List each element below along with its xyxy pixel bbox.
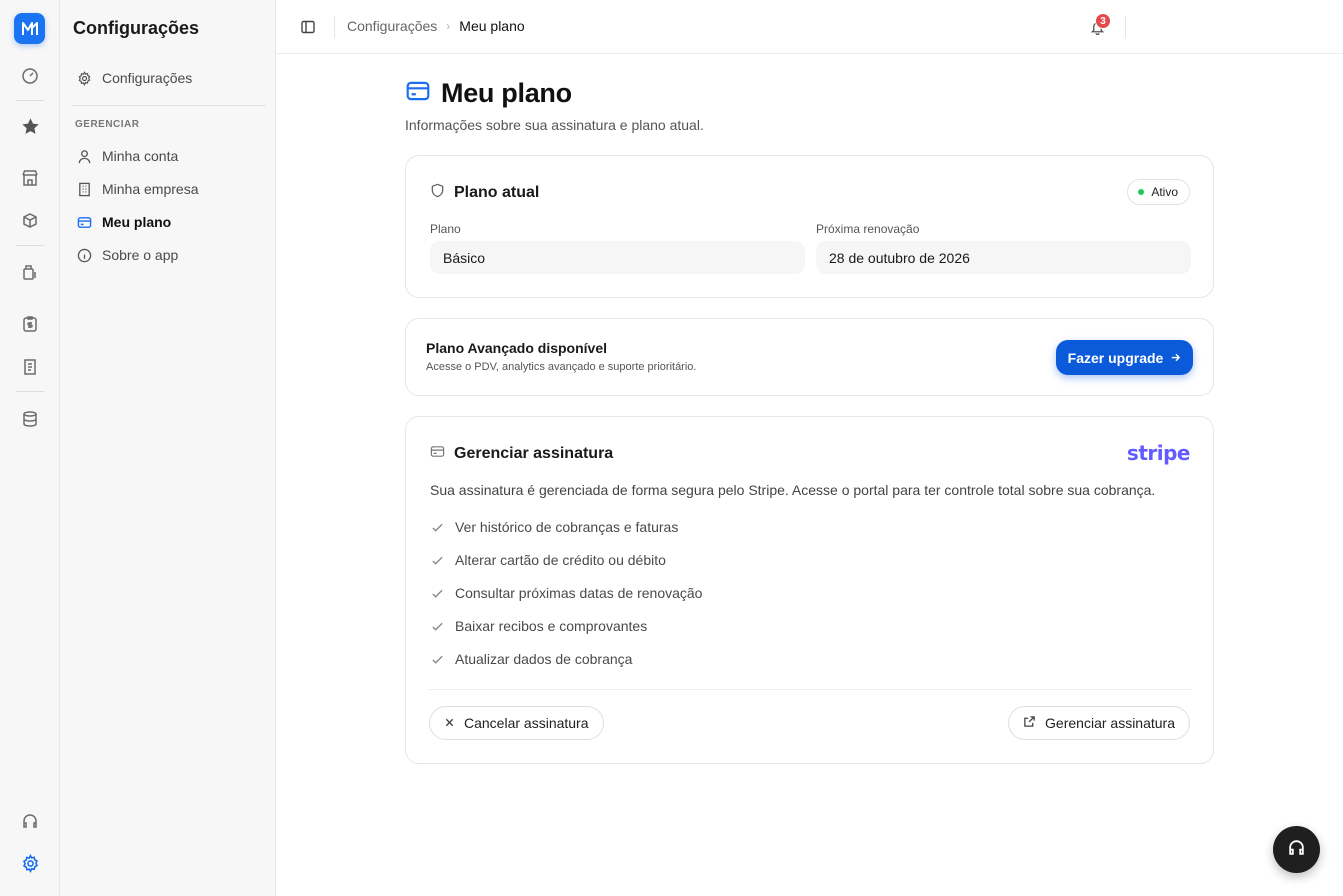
feature-item: Ver histórico de cobranças e faturas xyxy=(430,519,678,535)
card-title: Plano atual xyxy=(454,184,540,201)
card-header: Gerenciar assinatura xyxy=(430,444,613,464)
logo-icon[interactable] xyxy=(14,13,45,44)
clipboard-dollar-icon[interactable] xyxy=(17,311,43,337)
feature-label: Consultar próximas datas de renovação xyxy=(455,585,703,601)
header-divider xyxy=(334,16,335,38)
box-icon[interactable] xyxy=(17,208,43,234)
sidebar-item-minha-empresa[interactable]: Minha empresa xyxy=(70,175,266,203)
page-title: Meu plano xyxy=(405,78,572,109)
star-icon[interactable] xyxy=(17,113,43,139)
upgrade-description: Acesse o PDV, analytics avançado e supor… xyxy=(426,361,697,373)
sidebar-title: Configurações xyxy=(73,18,200,38)
upgrade-card: Plano Avançado disponível Acesse o PDV, … xyxy=(405,318,1214,396)
upgrade-button[interactable]: Fazer upgrade xyxy=(1056,340,1193,375)
check-icon xyxy=(430,619,444,633)
check-icon xyxy=(430,586,444,600)
credit-card-icon xyxy=(430,444,445,464)
credit-card-icon xyxy=(76,214,92,230)
sidebar-item-label: Minha conta xyxy=(102,148,179,164)
sidebar-item-sobre-o-app[interactable]: Sobre o app xyxy=(70,241,266,269)
card-divider xyxy=(429,689,1191,690)
sidebar-toggle-icon[interactable] xyxy=(299,18,317,36)
headset-icon[interactable] xyxy=(17,808,43,834)
manage-subscription-label: Gerenciar assinatura xyxy=(1045,715,1175,731)
info-icon xyxy=(76,247,92,263)
sidebar-item-label: Minha empresa xyxy=(102,181,199,197)
sidebar-section-label: GERENCIAR xyxy=(75,119,140,130)
stripe-logo: stripe xyxy=(1126,441,1191,465)
cancel-subscription-label: Cancelar assinatura xyxy=(464,715,589,731)
feature-item: Baixar recibos e comprovantes xyxy=(430,618,647,634)
card-header: Plano atual xyxy=(430,183,539,203)
breadcrumb-parent[interactable]: Configurações xyxy=(347,18,437,34)
page-heading: Meu plano xyxy=(441,78,572,108)
renewal-value: 28 de outubro de 2026 xyxy=(816,241,1191,274)
upgrade-button-label: Fazer upgrade xyxy=(1067,349,1164,366)
store-icon[interactable] xyxy=(17,165,43,191)
rail-divider xyxy=(16,100,44,101)
plan-value: Básico xyxy=(430,241,805,274)
status-label: Ativo xyxy=(1151,185,1178,199)
feature-label: Alterar cartão de crédito ou débito xyxy=(455,552,666,568)
check-icon xyxy=(430,652,444,666)
settings-sidebar: Configurações Configurações GERENCIAR Mi… xyxy=(60,0,276,896)
plan-label: Plano xyxy=(430,222,461,236)
cancel-subscription-button[interactable]: Cancelar assinatura xyxy=(429,706,604,740)
status-dot xyxy=(1138,189,1145,195)
icon-rail xyxy=(0,0,60,896)
external-link-icon xyxy=(1023,715,1036,731)
subscription-description: Sua assinatura é gerenciada de forma seg… xyxy=(430,482,1156,498)
rail-divider xyxy=(16,245,44,246)
sidebar-divider xyxy=(72,105,266,106)
support-chat-button[interactable] xyxy=(1273,826,1320,873)
sidebar-item-label: Sobre o app xyxy=(102,247,179,263)
check-icon xyxy=(430,553,444,567)
feature-label: Ver histórico de cobranças e faturas xyxy=(455,519,679,535)
credit-card-icon xyxy=(405,78,431,109)
settings-icon[interactable] xyxy=(17,850,43,876)
dashboard-icon[interactable] xyxy=(17,63,43,89)
feature-item: Consultar próximas datas de renovação xyxy=(430,585,702,601)
breadcrumb-current: Meu plano xyxy=(459,18,525,34)
database-icon[interactable] xyxy=(17,406,43,432)
feature-label: Atualizar dados de cobrança xyxy=(455,651,633,667)
gear-icon xyxy=(76,70,92,86)
sidebar-item-minha-conta[interactable]: Minha conta xyxy=(70,142,266,170)
headset-icon xyxy=(1287,838,1306,862)
chevron-right-icon: › xyxy=(446,19,451,33)
building-icon xyxy=(76,181,92,197)
top-header: Configurações › Meu plano 3 xyxy=(276,0,1343,54)
current-plan-card: Plano atual Ativo Plano Básico Próxima r… xyxy=(405,155,1214,298)
notification-badge: 3 xyxy=(1095,13,1111,29)
breadcrumb: Configurações › Meu plano xyxy=(347,18,525,34)
feature-item: Alterar cartão de crédito ou débito xyxy=(430,552,666,568)
upgrade-title: Plano Avançado disponível xyxy=(426,340,608,356)
check-icon xyxy=(430,520,444,534)
manage-subscription-button[interactable]: Gerenciar assinatura xyxy=(1008,706,1190,740)
finance-icon[interactable] xyxy=(17,259,43,285)
sidebar-item-label: Meu plano xyxy=(102,214,172,230)
header-divider xyxy=(1125,16,1126,38)
receipt-icon[interactable] xyxy=(17,354,43,380)
manage-subscription-card: Gerenciar assinatura stripe Sua assinatu… xyxy=(405,416,1214,764)
feature-label: Baixar recibos e comprovantes xyxy=(455,618,648,634)
renewal-label: Próxima renovação xyxy=(816,222,920,236)
rail-divider xyxy=(16,391,44,392)
page-subtitle: Informações sobre sua assinatura e plano… xyxy=(405,117,704,133)
arrow-right-icon xyxy=(1170,350,1181,366)
sidebar-item-meu-plano[interactable]: Meu plano xyxy=(70,208,266,236)
close-icon xyxy=(444,715,455,731)
sidebar-item-label: Configurações xyxy=(102,70,193,86)
card-title: Gerenciar assinatura xyxy=(454,445,614,462)
shield-icon xyxy=(430,183,445,203)
feature-item: Atualizar dados de cobrança xyxy=(430,651,632,667)
user-icon xyxy=(76,148,92,164)
sidebar-item-configuracoes[interactable]: Configurações xyxy=(70,64,266,92)
status-badge: Ativo xyxy=(1127,179,1190,205)
